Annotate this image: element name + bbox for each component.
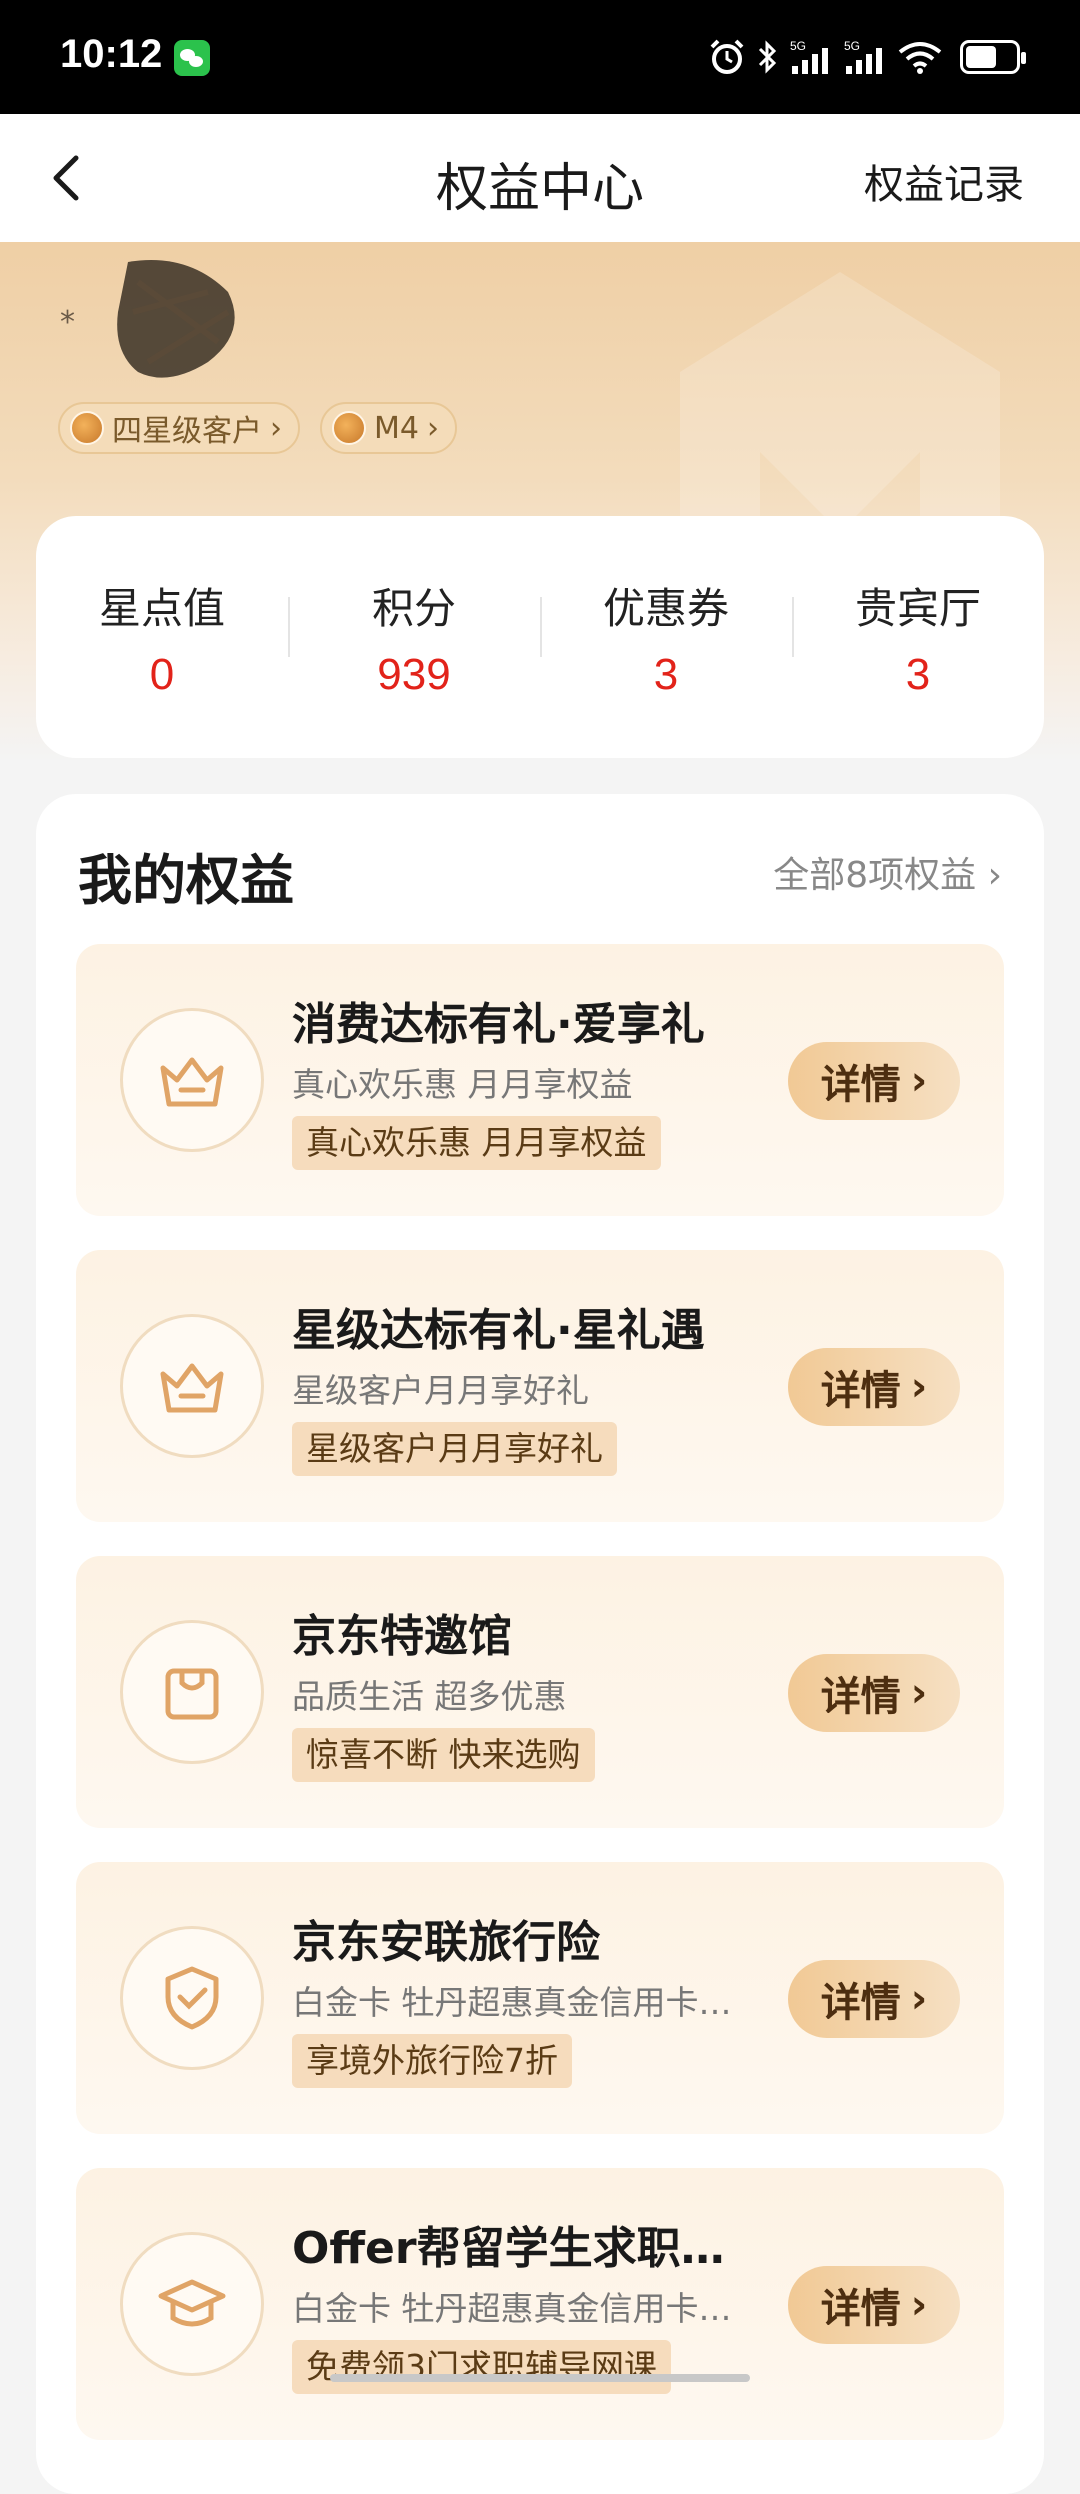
benefit-item[interactable]: 京东安联旅行险 白金卡 牡丹超惠真金信用卡… 享境外旅行险7折 详情› bbox=[76, 1862, 1004, 2134]
details-button[interactable]: 详情› bbox=[788, 1960, 960, 2038]
stat-value: 939 bbox=[288, 650, 540, 700]
details-button[interactable]: 详情› bbox=[788, 1654, 960, 1732]
avatar: * bbox=[58, 252, 248, 392]
benefit-title: 消费达标有礼·爱享礼 bbox=[292, 988, 705, 1052]
chevron-right-icon: › bbox=[911, 1976, 927, 2022]
star-medal-icon bbox=[70, 411, 104, 445]
stat-vip-lounge[interactable]: 贵宾厅 3 bbox=[792, 575, 1044, 700]
details-button[interactable]: 详情› bbox=[788, 1042, 960, 1120]
all-benefits-link[interactable]: 全部8项权益 › bbox=[773, 846, 1002, 898]
battery-icon bbox=[960, 40, 1020, 74]
signal-icon-2: 5G bbox=[844, 38, 888, 76]
shopping-bag-icon bbox=[120, 1620, 264, 1764]
chevron-right-icon: › bbox=[270, 411, 282, 446]
benefit-subtitle: 品质生活 超多优惠 bbox=[292, 1670, 567, 1718]
stat-coupons[interactable]: 优惠券 3 bbox=[540, 575, 792, 700]
status-icons: 5G 5G bbox=[708, 34, 1020, 80]
member-tags: 四星级客户 › M4 › bbox=[58, 402, 457, 454]
wechat-icon bbox=[174, 40, 210, 76]
stat-points[interactable]: 积分 939 bbox=[288, 575, 540, 700]
wifi-icon bbox=[898, 38, 942, 76]
stat-label: 贵宾厅 bbox=[792, 575, 1044, 636]
stat-star-points[interactable]: 星点值 0 bbox=[36, 575, 288, 700]
status-bar: 10:12 5G 5G bbox=[0, 0, 1080, 114]
chevron-right-icon: › bbox=[911, 1670, 927, 1716]
all-benefits-label: 全部8项权益 bbox=[773, 855, 976, 896]
details-label: 详情 bbox=[821, 1664, 901, 1722]
shield-check-icon bbox=[120, 1926, 264, 2070]
benefit-item[interactable]: 星级达标有礼·星礼遇 星级客户月月享好礼 星级客户月月享好礼 详情› bbox=[76, 1250, 1004, 1522]
benefit-tag: 真心欢乐惠 月月享权益 bbox=[292, 1116, 661, 1170]
stat-label: 星点值 bbox=[36, 575, 288, 636]
crown-basket-icon bbox=[120, 1008, 264, 1152]
star-level-tag[interactable]: 四星级客户 › bbox=[58, 402, 300, 454]
home-indicator[interactable] bbox=[330, 2374, 750, 2382]
benefit-subtitle: 白金卡 牡丹超惠真金信用卡… bbox=[292, 1976, 732, 2024]
clock: 10:12 bbox=[60, 32, 162, 77]
stats-card: 星点值 0 积分 939 优惠券 3 贵宾厅 3 bbox=[36, 516, 1044, 758]
chevron-right-icon: › bbox=[988, 855, 1002, 896]
svg-text:*: * bbox=[60, 305, 75, 340]
chevron-right-icon: › bbox=[427, 411, 439, 446]
bluetooth-icon bbox=[756, 38, 780, 76]
benefit-title: 星级达标有礼·星礼遇 bbox=[292, 1294, 705, 1358]
chevron-right-icon: › bbox=[911, 1364, 927, 1410]
m-level-tag[interactable]: M4 › bbox=[320, 402, 457, 454]
benefit-title: 京东安联旅行险 bbox=[292, 1906, 600, 1970]
benefit-subtitle: 白金卡 牡丹超惠真金信用卡… bbox=[292, 2282, 732, 2330]
crown-basket-icon bbox=[120, 1314, 264, 1458]
benefit-tag: 免费领3门求职辅导网课 bbox=[292, 2340, 671, 2394]
stat-value: 3 bbox=[540, 650, 792, 700]
my-benefits-section: 我的权益 全部8项权益 › 消费达标有礼·爱享礼 真心欢乐惠 月月享权益 真心欢… bbox=[36, 794, 1044, 2494]
section-title: 我的权益 bbox=[78, 836, 294, 915]
details-button[interactable]: 详情› bbox=[788, 1348, 960, 1426]
m-level-label: M4 bbox=[374, 411, 419, 446]
benefit-item[interactable]: Offer帮留学生求职… 白金卡 牡丹超惠真金信用卡… 免费领3门求职辅导网课 … bbox=[76, 2168, 1004, 2440]
svg-text:5G: 5G bbox=[790, 39, 806, 53]
chevron-right-icon: › bbox=[911, 2282, 927, 2328]
benefit-tag: 享境外旅行险7折 bbox=[292, 2034, 572, 2088]
benefit-item[interactable]: 消费达标有礼·爱享礼 真心欢乐惠 月月享权益 真心欢乐惠 月月享权益 详情› bbox=[76, 944, 1004, 1216]
signal-icon: 5G bbox=[790, 38, 834, 76]
benefit-subtitle: 星级客户月月享好礼 bbox=[292, 1364, 589, 1412]
details-label: 详情 bbox=[821, 1358, 901, 1416]
benefit-records-link[interactable]: 权益记录 bbox=[864, 152, 1024, 210]
benefit-item[interactable]: 京东特邀馆 品质生活 超多优惠 惊喜不断 快来选购 详情› bbox=[76, 1556, 1004, 1828]
stat-label: 积分 bbox=[288, 575, 540, 636]
graduation-cap-icon bbox=[120, 2232, 264, 2376]
level-medal-icon bbox=[332, 411, 366, 445]
details-label: 详情 bbox=[821, 2276, 901, 2334]
star-level-label: 四星级客户 bbox=[112, 406, 262, 450]
benefit-subtitle: 真心欢乐惠 月月享权益 bbox=[292, 1058, 633, 1106]
benefit-tag: 惊喜不断 快来选购 bbox=[292, 1728, 595, 1782]
benefit-title: 京东特邀馆 bbox=[292, 1600, 512, 1664]
svg-text:5G: 5G bbox=[844, 39, 860, 53]
alarm-icon bbox=[708, 38, 746, 76]
details-label: 详情 bbox=[821, 1052, 901, 1110]
details-button[interactable]: 详情› bbox=[788, 2266, 960, 2344]
details-label: 详情 bbox=[821, 1970, 901, 2028]
stat-label: 优惠券 bbox=[540, 575, 792, 636]
benefit-title: Offer帮留学生求职… bbox=[292, 2212, 725, 2276]
nav-bar: 权益中心 权益记录 bbox=[0, 114, 1080, 242]
stat-value: 3 bbox=[792, 650, 1044, 700]
chevron-right-icon: › bbox=[911, 1058, 927, 1104]
stat-value: 0 bbox=[36, 650, 288, 700]
benefit-tag: 星级客户月月享好礼 bbox=[292, 1422, 617, 1476]
